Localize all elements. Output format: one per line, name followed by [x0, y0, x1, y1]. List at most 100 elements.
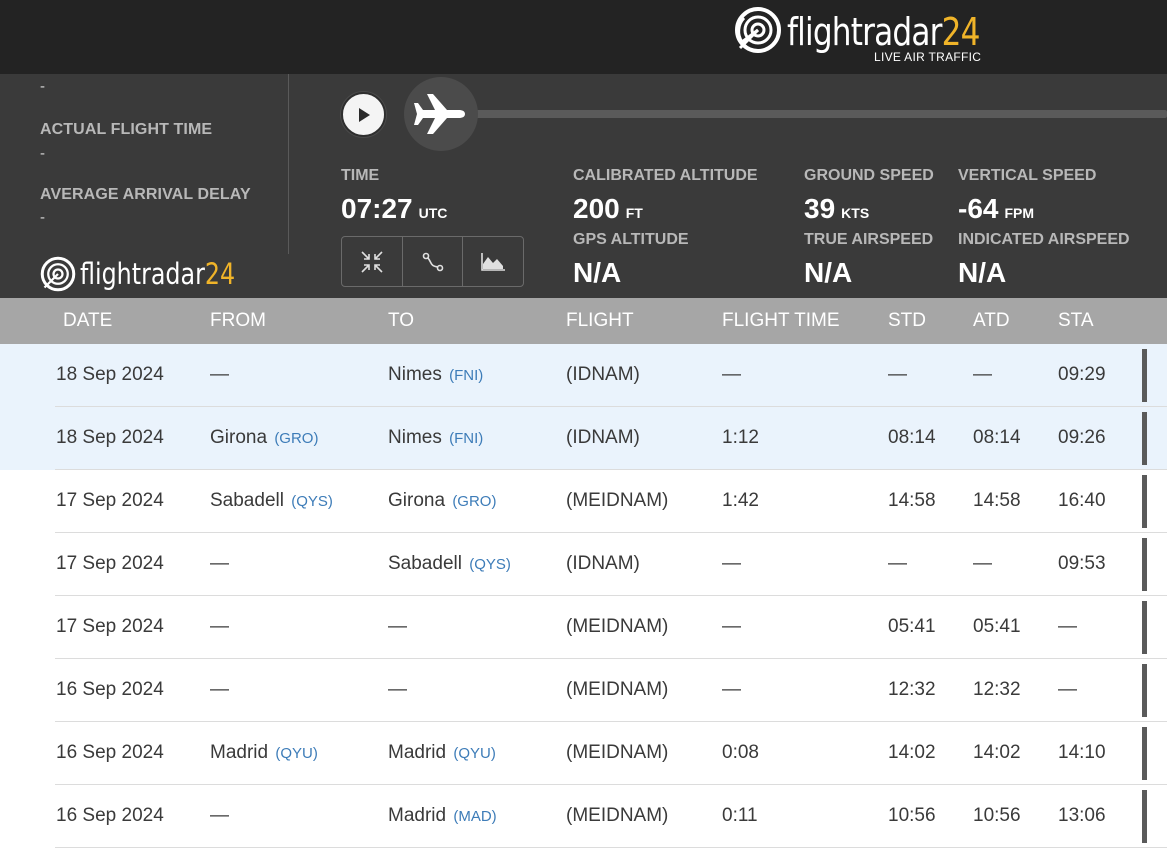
row-action-handle[interactable] [1142, 349, 1147, 402]
cell-flight: (IDNAM) [566, 427, 640, 448]
cell-from: — [210, 679, 229, 700]
cell-flight-time: — [722, 679, 741, 700]
average-arrival-delay-value: - [40, 209, 45, 226]
cell-flight-time: — [722, 553, 741, 574]
column-header-to[interactable]: TO [388, 310, 414, 332]
cell-from: Sabadell (QYS) [210, 490, 333, 511]
brand-wordmark: flightradar24 [787, 10, 980, 54]
row-action-handle[interactable] [1142, 475, 1147, 528]
column-header-atd[interactable]: ATD [973, 310, 1010, 332]
column-header-flight[interactable]: FLIGHT [566, 310, 634, 332]
cell-date: 16 Sep 2024 [56, 805, 164, 826]
playback-toolbar [341, 236, 524, 287]
row-action-handle[interactable] [1142, 412, 1147, 465]
column-header-sta[interactable]: STA [1058, 310, 1094, 332]
actual-flight-time-value: - [40, 145, 45, 162]
row-action-handle[interactable] [1142, 664, 1147, 717]
calibrated-altitude-label: CALIBRATED ALTITUDE [573, 167, 758, 184]
cell-atd: 12:32 [973, 679, 1021, 700]
table-row[interactable]: 18 Sep 2024 Girona (GRO) Nimes (FNI) (ID… [0, 407, 1167, 470]
cell-flight-time: 0:11 [722, 805, 758, 826]
cell-date: 16 Sep 2024 [56, 742, 164, 763]
cell-flight-time: 1:12 [722, 427, 759, 448]
cell-from: — [210, 616, 229, 637]
cell-to: — [388, 679, 407, 700]
collapse-icon [361, 250, 383, 273]
row-action-handle[interactable] [1142, 601, 1147, 654]
summary-top-value: - [40, 78, 45, 95]
true-airspeed-value: N/A [804, 257, 853, 288]
cell-to: Nimes (FNI) [388, 427, 484, 448]
airport-code-link[interactable]: (GRO) [274, 430, 318, 447]
row-action-handle[interactable] [1142, 790, 1147, 843]
true-airspeed-label: TRUE AIRSPEED [804, 231, 934, 248]
cell-flight: (MEIDNAM) [566, 742, 669, 763]
airport-code-link[interactable]: (MAD) [453, 808, 496, 825]
cell-flight-time: — [722, 616, 741, 637]
playback-timeline[interactable] [440, 110, 1167, 118]
column-header-date[interactable]: DATE [63, 310, 112, 332]
cell-std: 12:32 [888, 679, 936, 700]
timeline-handle[interactable] [404, 77, 478, 151]
cell-flight-time: 1:42 [722, 490, 759, 511]
cell-sta: — [1058, 616, 1077, 637]
cell-std: 08:14 [888, 427, 936, 448]
column-header-flight-time[interactable]: FLIGHT TIME [722, 310, 840, 332]
ground-speed-label: GROUND SPEED [804, 167, 934, 184]
cell-atd: 10:56 [973, 805, 1021, 826]
airport-code-link[interactable]: (QYS) [291, 493, 333, 510]
table-row[interactable]: 16 Sep 2024 — — (MEIDNAM) — 12:32 12:32 … [0, 659, 1167, 722]
table-row[interactable]: 16 Sep 2024 — Madrid (MAD) (MEIDNAM) 0:1… [0, 785, 1167, 848]
cell-to: Sabadell (QYS) [388, 553, 511, 574]
cell-sta: — [1058, 679, 1077, 700]
route-button[interactable] [403, 237, 464, 286]
play-icon [358, 107, 370, 122]
airport-code-link[interactable]: (GRO) [452, 493, 496, 510]
table-row[interactable]: 17 Sep 2024 Sabadell (QYS) Girona (GRO) … [0, 470, 1167, 533]
cell-std: 05:41 [888, 616, 936, 637]
cell-flight: (IDNAM) [566, 364, 640, 385]
brand-wordmark: flightradar24 [80, 257, 236, 291]
cell-std: 14:02 [888, 742, 936, 763]
brand-tagline: LIVE AIR TRAFFIC [874, 50, 982, 64]
vertical-speed-label: VERTICAL SPEED [958, 167, 1097, 184]
cell-atd: — [973, 364, 992, 385]
cell-flight: (MEIDNAM) [566, 490, 669, 511]
indicated-airspeed-label: INDICATED AIRSPEED [958, 231, 1130, 248]
airport-code-link[interactable]: (FNI) [449, 367, 483, 384]
chart-icon [481, 252, 506, 271]
cell-sta: 16:40 [1058, 490, 1106, 511]
radar-logo-icon [40, 256, 76, 292]
average-arrival-delay-label: AVERAGE ARRIVAL DELAY [40, 186, 251, 203]
airport-code-link[interactable]: (QYS) [469, 556, 511, 573]
cell-from: — [210, 364, 229, 385]
calibrated-altitude-value: 200 FT [573, 193, 643, 224]
column-header-std[interactable]: STD [888, 310, 926, 332]
airplane-icon [414, 94, 465, 134]
cell-std: — [888, 364, 907, 385]
gps-altitude-value: N/A [573, 257, 622, 288]
cell-date: 17 Sep 2024 [56, 553, 164, 574]
row-action-handle[interactable] [1142, 727, 1147, 780]
collapse-button[interactable] [342, 237, 403, 286]
cell-sta: 13:06 [1058, 805, 1106, 826]
column-header-from[interactable]: FROM [210, 310, 266, 332]
row-action-handle[interactable] [1142, 538, 1147, 591]
cell-std: 14:58 [888, 490, 936, 511]
table-row[interactable]: 18 Sep 2024 — Nimes (FNI) (IDNAM) — — — … [0, 344, 1167, 407]
table-row[interactable]: 17 Sep 2024 — — (MEIDNAM) — 05:41 05:41 … [0, 596, 1167, 659]
airport-code-link[interactable]: (QYU) [453, 745, 496, 762]
chart-button[interactable] [463, 237, 523, 286]
cell-atd: 14:02 [973, 742, 1021, 763]
table-row[interactable]: 17 Sep 2024 — Sabadell (QYS) (IDNAM) — —… [0, 533, 1167, 596]
cell-to: Girona (GRO) [388, 490, 497, 511]
play-button[interactable] [341, 92, 386, 137]
cell-date: 17 Sep 2024 [56, 490, 164, 511]
cell-flight: (IDNAM) [566, 553, 640, 574]
airport-code-link[interactable]: (FNI) [449, 430, 483, 447]
cell-flight-time: 0:08 [722, 742, 759, 763]
cell-atd: 14:58 [973, 490, 1021, 511]
cell-date: 18 Sep 2024 [56, 364, 164, 385]
table-row[interactable]: 16 Sep 2024 Madrid (QYU) Madrid (QYU) (M… [0, 722, 1167, 785]
airport-code-link[interactable]: (QYU) [275, 745, 318, 762]
